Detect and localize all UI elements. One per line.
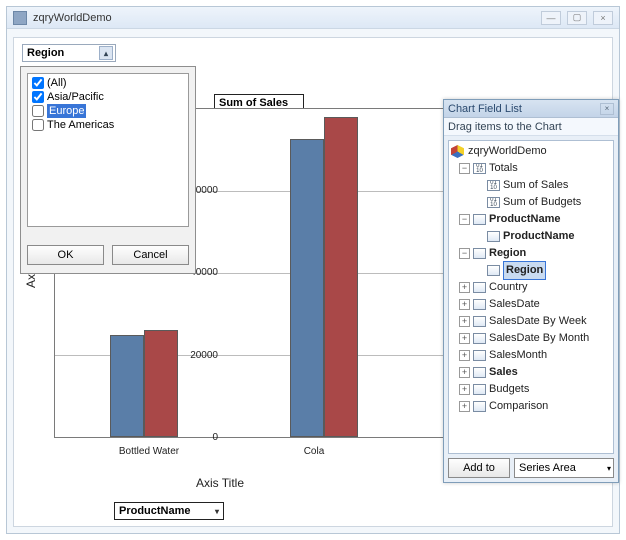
field-icon — [473, 282, 486, 293]
region-option-the-americas[interactable]: The Americas — [32, 118, 184, 132]
field-icon — [473, 401, 486, 412]
region-dropdown-label: Region — [27, 47, 64, 59]
bar-bottled-water-s2[interactable] — [144, 330, 178, 437]
field-icon — [473, 299, 486, 310]
x-axis-title: Axis Title — [196, 476, 244, 490]
field-icon — [473, 333, 486, 344]
region-dropdown[interactable]: Region ▴ — [22, 44, 116, 62]
checkbox[interactable] — [32, 77, 44, 89]
checkbox[interactable] — [32, 105, 44, 117]
tree-node-comparison[interactable]: + Comparison — [449, 398, 613, 415]
chevron-up-icon: ▴ — [99, 46, 113, 60]
tree-node-budgets[interactable]: + Budgets — [449, 381, 613, 398]
productname-dropdown[interactable]: ProductName ▾ — [114, 502, 224, 520]
expand-icon[interactable]: + — [459, 299, 470, 310]
cube-icon — [451, 145, 464, 158]
field-icon — [473, 350, 486, 361]
chart-field-list-title[interactable]: Chart Field List × — [444, 100, 618, 118]
chart-field-list-subtitle: Drag items to the Chart — [444, 118, 618, 136]
maximize-button[interactable]: ▢ — [567, 11, 587, 25]
chevron-down-icon: ▾ — [215, 507, 219, 516]
field-icon — [473, 214, 486, 225]
region-filter-popup: (All) Asia/Pacific Europe The Americas O… — [20, 66, 196, 274]
expand-icon[interactable]: + — [459, 316, 470, 327]
checkbox[interactable] — [32, 119, 44, 131]
productname-dropdown-label: ProductName — [119, 505, 191, 517]
expand-icon[interactable]: + — [459, 333, 470, 344]
chart-field-list-panel: Chart Field List × Drag items to the Cha… — [443, 99, 619, 483]
collapse-icon[interactable]: − — [459, 163, 470, 174]
category-label: Bottled Water — [109, 446, 189, 457]
tree-node-salesmonth[interactable]: + SalesMonth — [449, 347, 613, 364]
field-tree: zqryWorldDemo − 0110 Totals 0110 Sum of … — [448, 140, 614, 454]
measure-icon: 0110 — [487, 180, 500, 191]
region-option-all[interactable]: (All) — [32, 76, 184, 90]
tree-root[interactable]: zqryWorldDemo — [449, 143, 613, 160]
bar-bottled-water-s1[interactable] — [110, 335, 144, 437]
field-icon — [473, 248, 486, 259]
tree-node-totals[interactable]: − 0110 Totals — [449, 160, 613, 177]
ok-button[interactable]: OK — [27, 245, 104, 265]
y-tick: 20000 — [182, 350, 218, 361]
cancel-button[interactable]: Cancel — [112, 245, 189, 265]
expand-icon[interactable]: + — [459, 350, 470, 361]
close-icon[interactable]: × — [600, 103, 614, 115]
tree-node-sum-of-budgets[interactable]: 0110 Sum of Budgets — [449, 194, 613, 211]
tree-node-region-field[interactable]: Region — [449, 262, 613, 279]
checkbox[interactable] — [32, 91, 44, 103]
bar-cola-s1[interactable] — [290, 139, 324, 437]
app-icon — [13, 11, 27, 25]
tree-node-salesdate[interactable]: + SalesDate — [449, 296, 613, 313]
tree-node-sum-of-sales[interactable]: 0110 Sum of Sales — [449, 177, 613, 194]
field-icon — [473, 316, 486, 327]
app-window: zqryWorldDemo — ▢ × Region ▴ Sum of Sale… — [6, 6, 620, 534]
window-title: zqryWorldDemo — [33, 12, 535, 24]
measure-icon: 0110 — [487, 197, 500, 208]
expand-icon[interactable]: + — [459, 367, 470, 378]
region-filter-list: (All) Asia/Pacific Europe The Americas — [27, 73, 189, 227]
area-combo[interactable]: Series Area ▾ — [514, 458, 614, 478]
add-to-button[interactable]: Add to — [448, 458, 510, 478]
chevron-down-icon: ▾ — [607, 464, 611, 473]
expand-icon[interactable]: + — [459, 384, 470, 395]
field-icon — [473, 367, 486, 378]
tree-node-region-group[interactable]: − Region — [449, 245, 613, 262]
tree-node-sales[interactable]: + Sales — [449, 364, 613, 381]
tree-node-productname-field[interactable]: ProductName — [449, 228, 613, 245]
expand-icon[interactable]: + — [459, 282, 470, 293]
region-option-asia-pacific[interactable]: Asia/Pacific — [32, 90, 184, 104]
tree-node-productname-group[interactable]: − ProductName — [449, 211, 613, 228]
area-combo-value: Series Area — [519, 462, 576, 474]
field-icon — [473, 384, 486, 395]
tree-node-salesdate-month[interactable]: + SalesDate By Month — [449, 330, 613, 347]
category-label: Cola — [284, 446, 344, 457]
region-option-europe[interactable]: Europe — [32, 104, 184, 118]
titlebar: zqryWorldDemo — ▢ × — [7, 7, 619, 29]
minimize-button[interactable]: — — [541, 11, 561, 25]
expand-icon[interactable]: + — [459, 401, 470, 412]
tree-node-salesdate-week[interactable]: + SalesDate By Week — [449, 313, 613, 330]
collapse-icon[interactable]: − — [459, 214, 470, 225]
totals-icon: 0110 — [473, 163, 486, 174]
close-button[interactable]: × — [593, 11, 613, 25]
collapse-icon[interactable]: − — [459, 248, 470, 259]
tree-node-country[interactable]: + Country — [449, 279, 613, 296]
field-icon — [487, 231, 500, 242]
y-tick: 0 — [182, 432, 218, 443]
field-icon — [487, 265, 500, 276]
bar-cola-s2[interactable] — [324, 117, 358, 437]
